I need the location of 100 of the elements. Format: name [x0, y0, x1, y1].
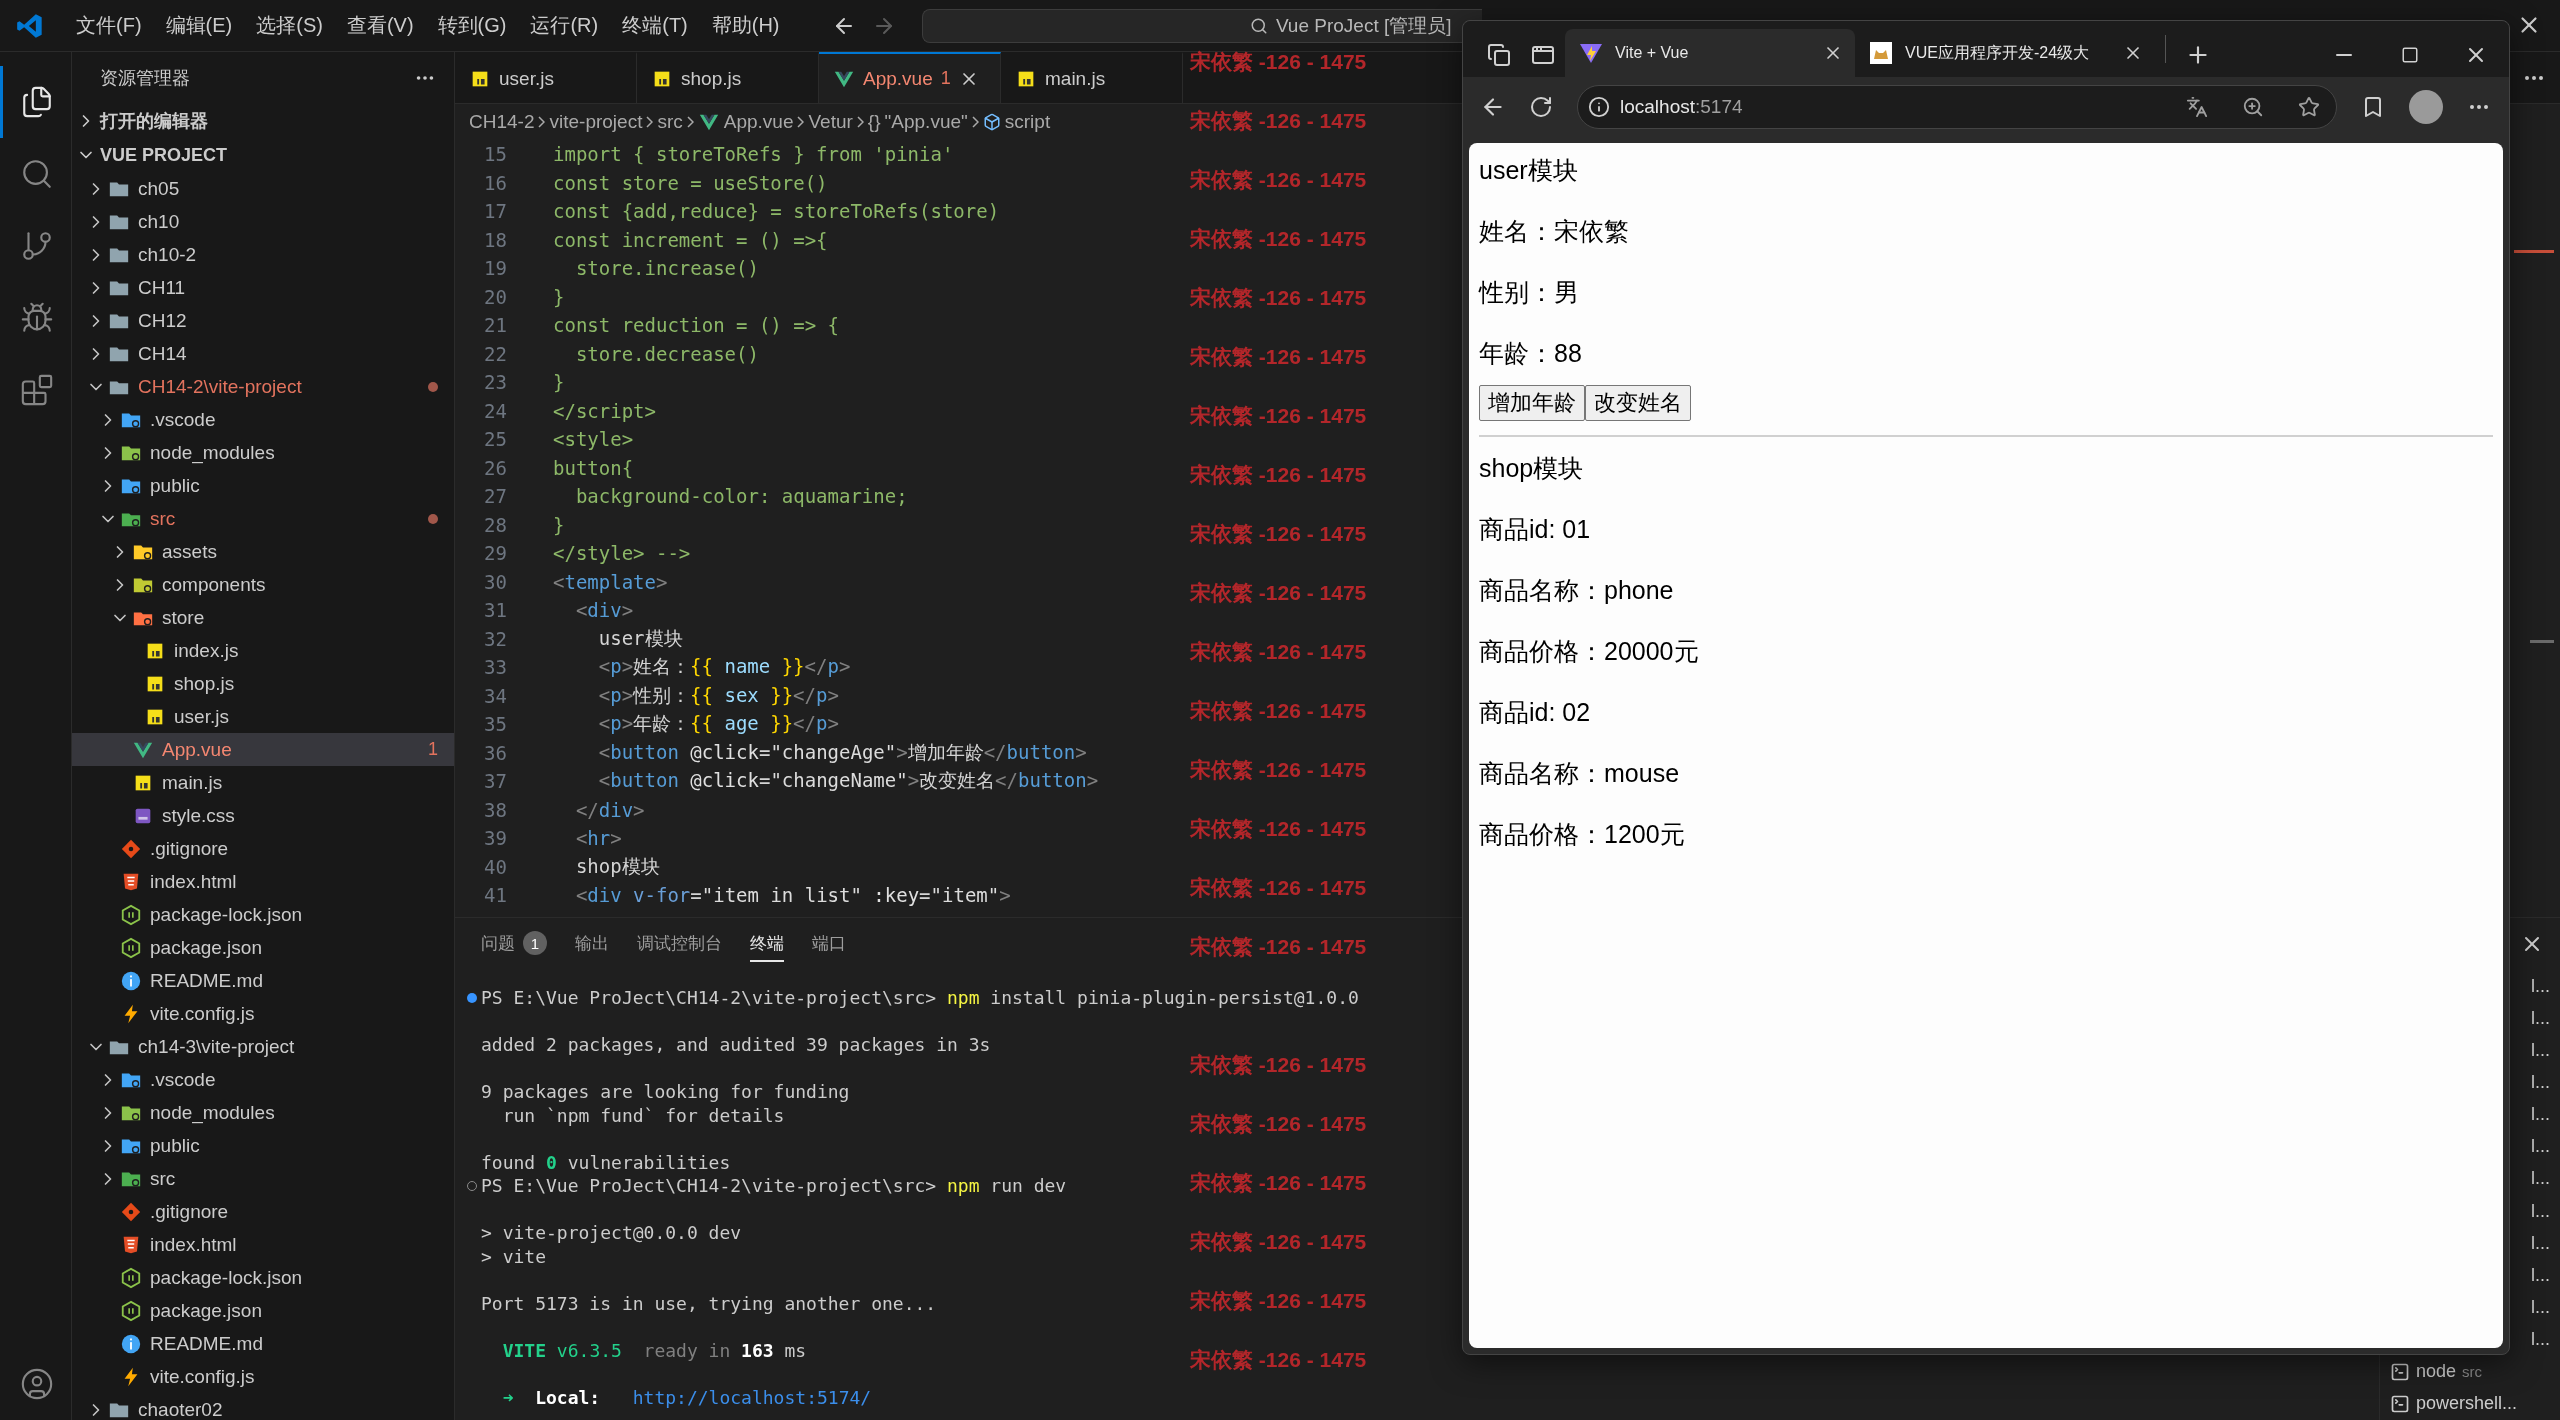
file-tree-item[interactable]: README.md: [72, 1327, 454, 1360]
breadcrumb-item[interactable]: script: [1004, 111, 1051, 133]
terminal-line: ➜ Local: http://localhost:5174/: [501, 1386, 872, 1408]
browser-tab[interactable]: Vite + Vue: [1565, 29, 1855, 77]
panel-tab[interactable]: 输出: [575, 926, 609, 962]
file-tree-item[interactable]: package.json: [72, 931, 454, 964]
menu-item[interactable]: 转到(G): [425, 8, 519, 43]
command-search-field[interactable]: Vue ProJect [管理员]: [921, 8, 1482, 43]
file-tree-item[interactable]: index.html: [72, 865, 454, 898]
page-button[interactable]: 改变姓名: [1585, 385, 1691, 421]
line-number: 21: [483, 314, 507, 337]
breadcrumb-item[interactable]: Vetur: [808, 111, 853, 133]
file-tree-item[interactable]: index.js: [72, 634, 454, 667]
menu-item[interactable]: 终端(T): [610, 8, 700, 43]
file-tree-item[interactable]: ch14-3\vite-project: [72, 1030, 454, 1063]
count-badge: 1: [523, 931, 547, 955]
file-tree-item[interactable]: ch10-2: [72, 238, 454, 271]
file-tree-item[interactable]: package.json: [72, 1294, 454, 1327]
terminal-session[interactable]: l...: [2531, 1200, 2550, 1222]
breadcrumb-item[interactable]: src: [657, 111, 683, 133]
file-tree-item[interactable]: src: [72, 1162, 454, 1195]
panel-tab[interactable]: 端口: [812, 926, 846, 962]
terminal-session[interactable]: l...: [2531, 975, 2550, 997]
file-tree-item[interactable]: README.md: [72, 964, 454, 997]
terminal-session[interactable]: l...: [2531, 1007, 2550, 1029]
terminal-session[interactable]: l...: [2531, 1168, 2550, 1190]
panel-tab[interactable]: 调试控制台: [637, 926, 722, 962]
terminal-session[interactable]: l...: [2531, 1264, 2550, 1286]
breadcrumb-item[interactable]: "App.vue": [884, 111, 968, 133]
file-tree-item[interactable]: .gitignore: [72, 1195, 454, 1228]
watermark-text: 宋依繁 -126 - 1475: [1190, 49, 1367, 75]
file-tree-item[interactable]: shop.js: [72, 667, 454, 700]
terminal-session[interactable]: l...: [2531, 1296, 2550, 1318]
breadcrumb-item[interactable]: App.vue: [723, 111, 794, 133]
file-tree-item[interactable]: index.html: [72, 1228, 454, 1261]
watermark-text: 宋依繁 -126 - 1475: [1190, 639, 1367, 665]
panel-tab[interactable]: 终端: [750, 926, 784, 962]
file-tree-item[interactable]: .vscode: [72, 403, 454, 436]
section-header[interactable]: 打开的编辑器: [100, 109, 208, 133]
terminal-session[interactable]: l...: [2531, 1232, 2550, 1254]
workspaces-icon[interactable]: [1487, 43, 1511, 67]
star-icon[interactable]: [2298, 96, 2320, 118]
file-name: node_modules: [150, 1101, 276, 1124]
file-tree-item[interactable]: .vscode: [72, 1063, 454, 1096]
editor-tab[interactable]: App.vue 1: [819, 52, 1001, 103]
file-tree-item[interactable]: .gitignore: [72, 832, 454, 865]
tab-actions-icon[interactable]: [1531, 43, 1555, 67]
file-tree-item[interactable]: style.css: [72, 799, 454, 832]
file-tree-item[interactable]: package-lock.json: [72, 1261, 454, 1294]
menu-item[interactable]: 运行(R): [518, 8, 611, 43]
file-tree-item[interactable]: vite.config.js: [72, 997, 454, 1030]
file-tree-item[interactable]: assets: [72, 535, 454, 568]
file-tree-item[interactable]: package-lock.json: [72, 898, 454, 931]
file-tree-item[interactable]: src: [72, 502, 454, 535]
menu-item[interactable]: 选择(S): [244, 8, 335, 43]
file-tree-item[interactable]: public: [72, 469, 454, 502]
profile-avatar[interactable]: [2409, 90, 2443, 124]
terminal-session[interactable]: l...: [2531, 1104, 2550, 1126]
file-tree-item[interactable]: CH11: [72, 271, 454, 304]
file-tree-item[interactable]: ch10: [72, 205, 454, 238]
terminal-session[interactable]: l...: [2531, 1072, 2550, 1093]
page-button[interactable]: 增加年龄: [1479, 385, 1585, 421]
breadcrumb-item[interactable]: vite-project: [549, 111, 643, 133]
reload-icon[interactable]: [1529, 95, 1553, 119]
file-tree-item[interactable]: vite.config.js: [72, 1360, 454, 1393]
account-icon[interactable]: [20, 1367, 54, 1401]
file-tree-item[interactable]: App.vue 1: [72, 733, 454, 766]
terminal-session[interactable]: node: [2416, 1361, 2457, 1383]
file-tree-item[interactable]: CH14-2\vite-project: [72, 370, 454, 403]
code-line: button{: [553, 456, 634, 479]
zoom-icon[interactable]: [2242, 96, 2264, 118]
file-tree-item[interactable]: ch05: [72, 172, 454, 205]
terminal-session[interactable]: l...: [2531, 1136, 2550, 1158]
file-tree-item[interactable]: node_modules: [72, 1096, 454, 1129]
file-tree-item[interactable]: components: [72, 568, 454, 601]
file-tree-item[interactable]: main.js: [72, 766, 454, 799]
file-tree-item[interactable]: CH14: [72, 337, 454, 370]
terminal-session[interactable]: l...: [2531, 1329, 2550, 1351]
menu-item[interactable]: 编辑(E): [153, 8, 245, 43]
file-tree-item[interactable]: chaoter02: [72, 1393, 454, 1420]
watermark-text: 宋依繁 -126 - 1475: [1190, 108, 1367, 134]
modified-dot: [428, 381, 438, 392]
terminal-session[interactable]: powershell...: [2416, 1393, 2518, 1415]
menu-item[interactable]: 查看(V): [334, 8, 426, 43]
file-tree-item[interactable]: node_modules: [72, 436, 454, 469]
breadcrumb-item[interactable]: CH14-2: [469, 111, 535, 133]
file-tree-item[interactable]: user.js: [72, 700, 454, 733]
translate-icon[interactable]: [2186, 96, 2208, 118]
address-bar[interactable]: localhost:5174: [1577, 85, 2337, 129]
file-tree-item[interactable]: CH12: [72, 304, 454, 337]
section-header[interactable]: VUE PROJECT: [100, 144, 228, 166]
terminal-session[interactable]: l...: [2531, 1039, 2550, 1061]
file-tree-item[interactable]: public: [72, 1129, 454, 1162]
browser-tab[interactable]: VUE应用程序开发-24级大: [1855, 29, 2155, 77]
panel-tab[interactable]: 问题 1: [481, 926, 547, 962]
cat-logo-icon: [1869, 41, 1893, 65]
menu-item[interactable]: 文件(F): [64, 8, 154, 43]
menu-item[interactable]: 帮助(H): [699, 8, 792, 43]
file-tree-item[interactable]: store: [72, 601, 454, 634]
maximize-icon[interactable]: [2401, 46, 2419, 64]
